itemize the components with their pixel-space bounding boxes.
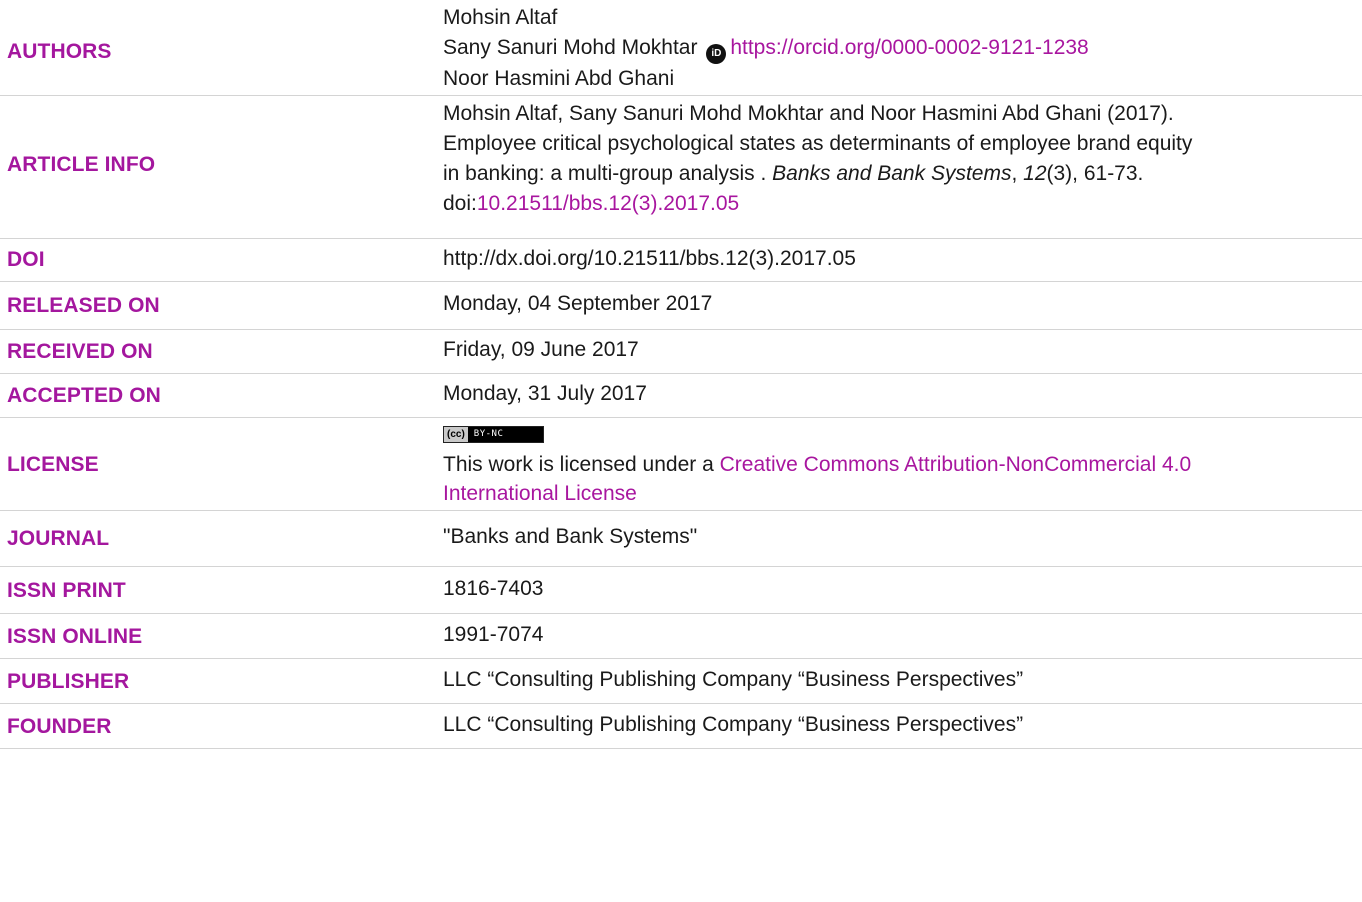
founder-row: FOUNDER LLC “Consulting Publishing Compa… <box>0 704 1362 749</box>
authors-row: AUTHORS Mohsin Altaf Sany Sanuri Mohd Mo… <box>0 0 1362 96</box>
orcid-icon[interactable]: iD <box>706 44 727 64</box>
article-info-value: Mohsin Altaf, Sany Sanuri Mohd Mokhtar a… <box>443 99 1362 219</box>
citation-doi-link[interactable]: 10.21511/bbs.12(3).2017.05 <box>477 192 739 215</box>
article-info-label: ARTICLE INFO <box>7 153 156 176</box>
citation-line: in banking: a multi-group analysis . Ban… <box>443 159 1362 189</box>
issn-print-label: ISSN PRINT <box>7 579 126 602</box>
article-metadata-table: AUTHORS Mohsin Altaf Sany Sanuri Mohd Mo… <box>0 0 1362 749</box>
journal-row: JOURNAL "Banks and Bank Systems" <box>0 511 1362 567</box>
authors-value: Mohsin Altaf Sany Sanuri Mohd Mokhtar iD… <box>443 3 1362 94</box>
license-text: This work is licensed under a <box>443 453 720 476</box>
released-on-value: Monday, 04 September 2017 <box>443 292 713 315</box>
doi-row: DOI http://dx.doi.org/10.21511/bbs.12(3)… <box>0 239 1362 282</box>
released-on-row: RELEASED ON Monday, 04 September 2017 <box>0 282 1362 330</box>
journal-label: JOURNAL <box>7 527 110 550</box>
license-link-continued[interactable]: International License <box>443 482 637 505</box>
author-with-orcid: Sany Sanuri Mohd Mokhtar iD https://orcid… <box>443 33 1362 64</box>
license-value: (cc) BY-NC This work is licensed under a… <box>443 420 1362 508</box>
license-link-line: International License <box>443 479 1362 508</box>
issn-online-row: ISSN ONLINE 1991-7074 <box>0 614 1362 659</box>
authors-label: AUTHORS <box>7 40 112 63</box>
issn-print-value: 1816-7403 <box>443 577 544 600</box>
article-info-row: ARTICLE INFO Mohsin Altaf, Sany Sanuri M… <box>0 96 1362 239</box>
received-on-value: Friday, 09 June 2017 <box>443 338 639 361</box>
orcid-link[interactable]: https://orcid.org/0000-0002-9121-1238 <box>730 36 1088 59</box>
license-label: LICENSE <box>7 453 99 476</box>
citation-issue-pages: (3), 61-73. <box>1046 162 1144 185</box>
publisher-value: LLC “Consulting Publishing Company “Busi… <box>443 668 1024 691</box>
citation-text: in banking: a multi-group analysis . <box>443 162 773 185</box>
license-text-line: This work is licensed under a Creative C… <box>443 450 1362 479</box>
doi-value: http://dx.doi.org/10.21511/bbs.12(3).201… <box>443 247 856 270</box>
founder-value: LLC “Consulting Publishing Company “Busi… <box>443 713 1024 736</box>
cc-icon: (cc) <box>444 426 468 442</box>
doi-label: DOI <box>7 248 45 271</box>
issn-online-value: 1991-7074 <box>443 623 544 646</box>
issn-online-label: ISSN ONLINE <box>7 625 143 648</box>
founder-label: FOUNDER <box>7 715 112 738</box>
citation-separator: , <box>1011 162 1024 185</box>
accepted-on-row: ACCEPTED ON Monday, 31 July 2017 <box>0 374 1362 418</box>
citation-line: Mohsin Altaf, Sany Sanuri Mohd Mokhtar a… <box>443 102 1174 125</box>
author-name: Sany Sanuri Mohd Mokhtar <box>443 36 698 59</box>
author-name: Noor Hasmini Abd Ghani <box>443 67 675 90</box>
citation-doi-line: doi:10.21511/bbs.12(3).2017.05 <box>443 189 1362 219</box>
license-link[interactable]: Creative Commons Attribution-NonCommerci… <box>720 453 1192 476</box>
license-row: LICENSE (cc) BY-NC This work is licensed… <box>0 418 1362 511</box>
publisher-row: PUBLISHER LLC “Consulting Publishing Com… <box>0 659 1362 704</box>
publisher-label: PUBLISHER <box>7 670 130 693</box>
journal-value: "Banks and Bank Systems" <box>443 525 698 548</box>
issn-print-row: ISSN PRINT 1816-7403 <box>0 567 1362 614</box>
cc-badge-text: BY-NC <box>473 428 504 439</box>
citation-volume: 12 <box>1023 162 1047 185</box>
doi-prefix: doi: <box>443 192 477 215</box>
citation-line: Employee critical psychological states a… <box>443 132 1193 155</box>
author-name: Mohsin Altaf <box>443 6 558 29</box>
received-on-row: RECEIVED ON Friday, 09 June 2017 <box>0 330 1362 374</box>
released-on-label: RELEASED ON <box>7 294 160 317</box>
accepted-on-value: Monday, 31 July 2017 <box>443 382 647 405</box>
citation-journal: Banks and Bank Systems <box>772 162 1012 185</box>
received-on-label: RECEIVED ON <box>7 340 153 363</box>
cc-license-badge[interactable]: (cc) BY-NC <box>443 425 545 443</box>
accepted-on-label: ACCEPTED ON <box>7 384 161 407</box>
